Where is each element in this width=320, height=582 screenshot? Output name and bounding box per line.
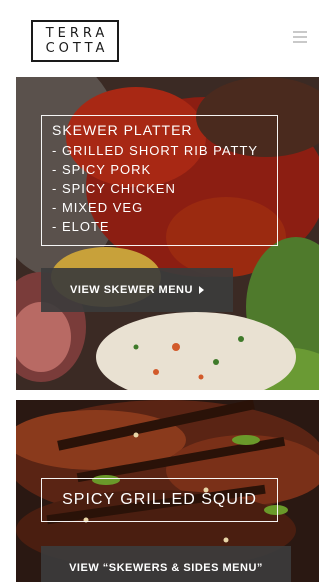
terra-cotta-logo[interactable]: TERRA COTTA <box>31 20 119 62</box>
view-skewer-menu-label: VIEW SKEWER MENU <box>70 284 193 296</box>
logo-line-2: COTTA <box>45 41 109 56</box>
view-skewers-and-sides-menu-button[interactable]: VIEW “SKEWERS & SIDES MENU” <box>41 546 291 582</box>
spicy-grilled-squid-overlay: SPICY GRILLED SQUID <box>41 478 278 522</box>
skewer-platter-card: SKEWER PLATTER - GRILLED SHORT RIB PATTY… <box>16 77 319 390</box>
spicy-grilled-squid-title: SPICY GRILLED SQUID <box>62 491 257 508</box>
caret-right-icon <box>198 286 204 294</box>
platter-item: - SPICY CHICKEN <box>52 181 176 196</box>
platter-item: - ELOTE <box>52 219 110 234</box>
skewer-platter-overlay: SKEWER PLATTER - GRILLED SHORT RIB PATTY… <box>41 115 278 246</box>
platter-item: - GRILLED SHORT RIB PATTY <box>52 143 259 158</box>
spicy-grilled-squid-card: SPICY GRILLED SQUID VIEW “SKEWERS & SIDE… <box>16 400 319 582</box>
view-skewers-and-sides-menu-label: VIEW “SKEWERS & SIDES MENU” <box>69 562 263 574</box>
platter-item: - SPICY PORK <box>52 162 152 177</box>
view-skewer-menu-button[interactable]: VIEW SKEWER MENU <box>41 268 233 312</box>
site-header: TERRA COTTA <box>0 0 319 77</box>
platter-item: - MIXED VEG <box>52 200 144 215</box>
hamburger-menu-icon[interactable] <box>293 31 307 43</box>
skewer-platter-items: - GRILLED SHORT RIB PATTY - SPICY PORK -… <box>52 141 277 236</box>
skewer-platter-title: SKEWER PLATTER <box>52 122 193 138</box>
logo-line-1: TERRA <box>45 26 109 41</box>
